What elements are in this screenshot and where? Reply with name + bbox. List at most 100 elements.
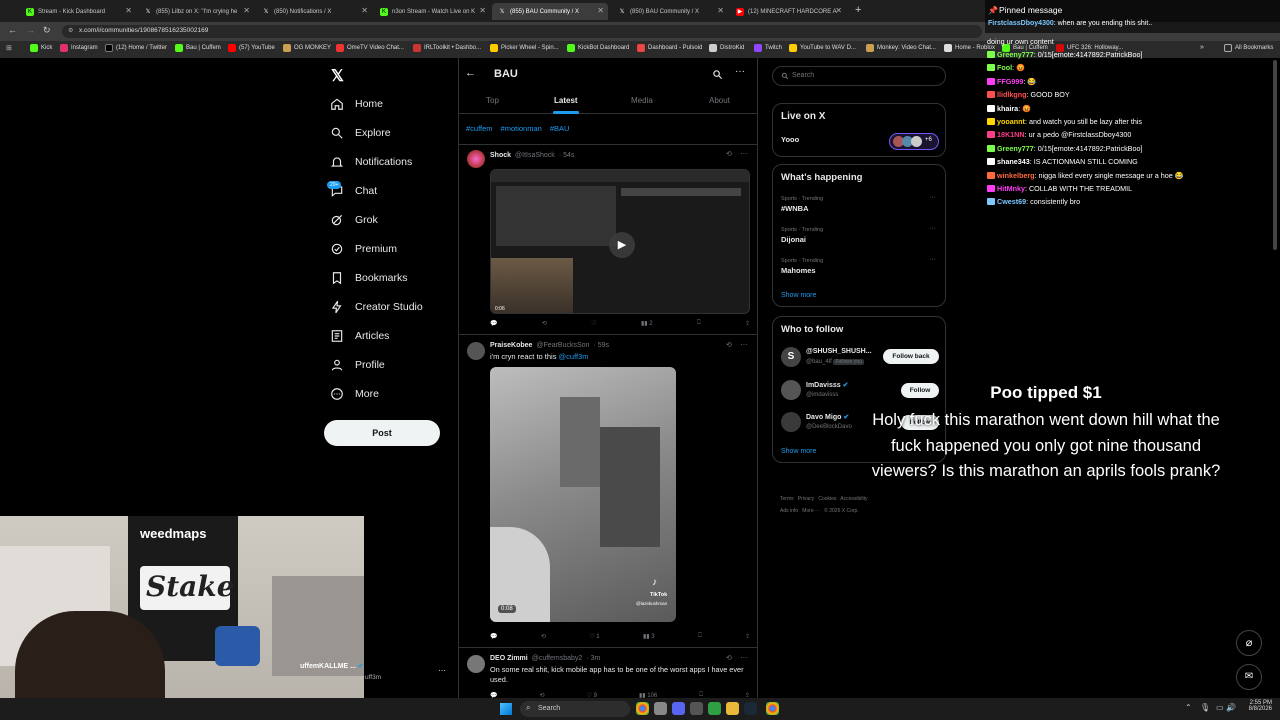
- tab-bau-community[interactable]: 𝕏 (850) BAU Community / X ✕: [612, 3, 728, 20]
- mic-icon[interactable]: 🎙: [1200, 703, 1210, 712]
- bookmark-picker-wheel[interactable]: Picker Wheel - Spin...: [490, 44, 559, 52]
- avatar[interactable]: [467, 655, 485, 673]
- bookmark-monkey-video[interactable]: Monkey: Video Chat...: [866, 44, 936, 52]
- more-options-icon[interactable]: ···: [438, 666, 446, 675]
- tray-chevron-icon[interactable]: ⌃: [1185, 703, 1192, 712]
- more-options-icon[interactable]: ···: [740, 340, 748, 349]
- url-field[interactable]: ⚙ x.com/i/communities/190867851623500216…: [62, 25, 982, 38]
- chat-username[interactable]: khaira: [997, 104, 1018, 113]
- windows-start-icon[interactable]: [500, 703, 512, 715]
- author-handle[interactable]: @ItIsaShock: [515, 152, 555, 159]
- trend-item[interactable]: Sports · Trending Mahomes: [781, 258, 823, 275]
- nav-home[interactable]: Home: [330, 97, 383, 111]
- nav-more[interactable]: More: [330, 387, 379, 401]
- follow-name-row[interactable]: Davo Migo ✔: [806, 413, 849, 421]
- show-more-link[interactable]: Show more: [781, 292, 816, 299]
- bookmark-home-twitter[interactable]: (12) Home / Twitter: [105, 44, 167, 52]
- repost-icon[interactable]: ⟲: [726, 654, 732, 662]
- footer-links[interactable]: Terms Privacy Cookies Accessibility: [780, 496, 868, 502]
- footer-links[interactable]: Ads info More ··· © 2026 X Corp.: [780, 508, 859, 514]
- back-arrow-icon[interactable]: ←: [465, 67, 476, 79]
- chat-username[interactable]: Cwest69: [997, 197, 1026, 206]
- author-handle[interactable]: @FearBucksSon: [536, 342, 589, 349]
- bookmark-pulsoid[interactable]: Dashboard - Pulsoid: [637, 44, 702, 52]
- author-name[interactable]: PraiseKobee: [490, 342, 532, 349]
- nav-grok[interactable]: Grok: [330, 213, 378, 227]
- chrome-icon[interactable]: [636, 702, 649, 715]
- share-icon[interactable]: ⇪: [745, 633, 750, 640]
- tab-kick-dashboard[interactable]: K Stream - Kick Dashboard ✕: [20, 3, 136, 20]
- discord-icon[interactable]: [672, 702, 685, 715]
- chat-username[interactable]: HitMnky: [997, 184, 1025, 193]
- tab-media[interactable]: Media: [631, 96, 653, 105]
- bookmark-irltoolkit[interactable]: IRLToolkit • Dashbo...: [413, 44, 481, 52]
- tab-lilbz[interactable]: 𝕏 (855) Lilbz on X: "I'm crying he ✕: [138, 3, 254, 20]
- views-stat[interactable]: ▮▮ 2: [641, 320, 653, 327]
- network-icon[interactable]: ▭: [1216, 703, 1224, 712]
- tweet[interactable]: DEO Zimmi @cuffemsbaby2 · 3m ⟲ ··· On some…: [459, 649, 757, 698]
- chat-username[interactable]: shane343: [997, 157, 1030, 166]
- messages-icon[interactable]: ✉: [1236, 664, 1262, 690]
- volume-icon[interactable]: 🔊: [1226, 703, 1236, 712]
- bookmark-distrokid[interactable]: DistroKid: [709, 44, 744, 52]
- tab-n3on[interactable]: Kn3on Stream - Watch Live on K ✕: [374, 3, 490, 20]
- avatar[interactable]: S: [781, 347, 801, 367]
- bookmark-twitch[interactable]: Twitch: [754, 44, 782, 52]
- tweet-time[interactable]: · 3m: [586, 655, 600, 662]
- hashtag-link[interactable]: #BAU: [550, 124, 570, 133]
- bookmark-bau-cuffem[interactable]: Bau | Cuffem: [175, 44, 221, 52]
- bookmark-og-monkey[interactable]: OG MONKEY: [283, 44, 331, 52]
- share-icon[interactable]: ⇪: [745, 320, 750, 327]
- retweet-icon[interactable]: ⟲: [541, 633, 546, 640]
- nav-bookmarks[interactable]: Bookmarks: [330, 271, 408, 285]
- follow-name[interactable]: @SHUSH_SHUSH...: [806, 348, 872, 355]
- live-avatars[interactable]: +6: [889, 133, 939, 150]
- avatar[interactable]: [467, 342, 485, 360]
- more-options-icon[interactable]: ···: [735, 66, 745, 77]
- author-handle[interactable]: @cuffemsbaby2: [532, 655, 583, 662]
- author-name[interactable]: DEO Zimmi: [490, 655, 528, 662]
- grok-icon[interactable]: ⌀: [1236, 630, 1262, 656]
- close-icon[interactable]: ✕: [125, 6, 132, 15]
- app-icon[interactable]: [708, 702, 721, 715]
- app-icon[interactable]: [690, 702, 703, 715]
- tweet[interactable]: PraiseKobee @FearBucksSon · 59s ⟲ ··· i'm …: [459, 336, 757, 648]
- back-icon[interactable]: ←: [8, 25, 17, 35]
- hashtag-link[interactable]: #cuffem: [466, 124, 493, 133]
- video-player[interactable]: ▶ 0:06: [490, 169, 750, 314]
- follow-back-button[interactable]: Follow back: [883, 349, 939, 364]
- trend-item[interactable]: Sports · Trending Dijonai: [781, 227, 823, 244]
- tweet-time[interactable]: · 54s: [559, 152, 575, 159]
- site-info-icon[interactable]: ⚙: [68, 27, 73, 34]
- tab-bau-community-active[interactable]: 𝕏 (855) BAU Community / X ✕: [492, 3, 608, 20]
- nav-notifications[interactable]: Notifications: [330, 155, 412, 169]
- nav-profile[interactable]: Profile: [330, 358, 385, 372]
- account-name-row[interactable]: uffemKALLME ... ✔: [300, 662, 364, 670]
- tweet-time[interactable]: · 59s: [593, 342, 609, 349]
- reply-icon[interactable]: 💬: [490, 320, 497, 327]
- chat-scrollbar[interactable]: [1273, 60, 1277, 250]
- repost-icon[interactable]: ⟲: [726, 341, 732, 349]
- x-logo-icon[interactable]: 𝕏: [331, 66, 344, 86]
- avatar[interactable]: [781, 380, 801, 400]
- bookmark-kick[interactable]: Kick: [30, 44, 52, 52]
- live-item-title[interactable]: Yooo: [781, 135, 799, 144]
- new-tab-icon[interactable]: +: [855, 4, 861, 16]
- bookmark-youtube-wav[interactable]: YouTube to WAV D...: [789, 44, 856, 52]
- repost-icon[interactable]: ⟲: [726, 150, 732, 158]
- nav-creator-studio[interactable]: Creator Studio: [330, 300, 423, 314]
- more-options-icon[interactable]: ···: [740, 653, 748, 662]
- forward-icon[interactable]: →: [26, 25, 35, 35]
- search-input[interactable]: Search: [772, 66, 946, 86]
- bookmark-youtube[interactable]: (57) YouTube: [228, 44, 275, 52]
- more-options-icon[interactable]: ···: [740, 149, 748, 158]
- folder-icon[interactable]: [726, 702, 739, 715]
- trend-item[interactable]: Sports · Trending #WNBA: [781, 196, 823, 213]
- show-more-link[interactable]: Show more: [781, 448, 816, 455]
- reload-icon[interactable]: ↻: [43, 25, 51, 36]
- nav-articles[interactable]: Articles: [330, 329, 389, 343]
- bookmark-kickbot[interactable]: KickBot Dashboard: [567, 44, 629, 52]
- nav-premium[interactable]: Premium: [330, 242, 397, 256]
- close-icon[interactable]: ✕: [243, 6, 250, 15]
- close-icon[interactable]: ✕: [361, 6, 368, 15]
